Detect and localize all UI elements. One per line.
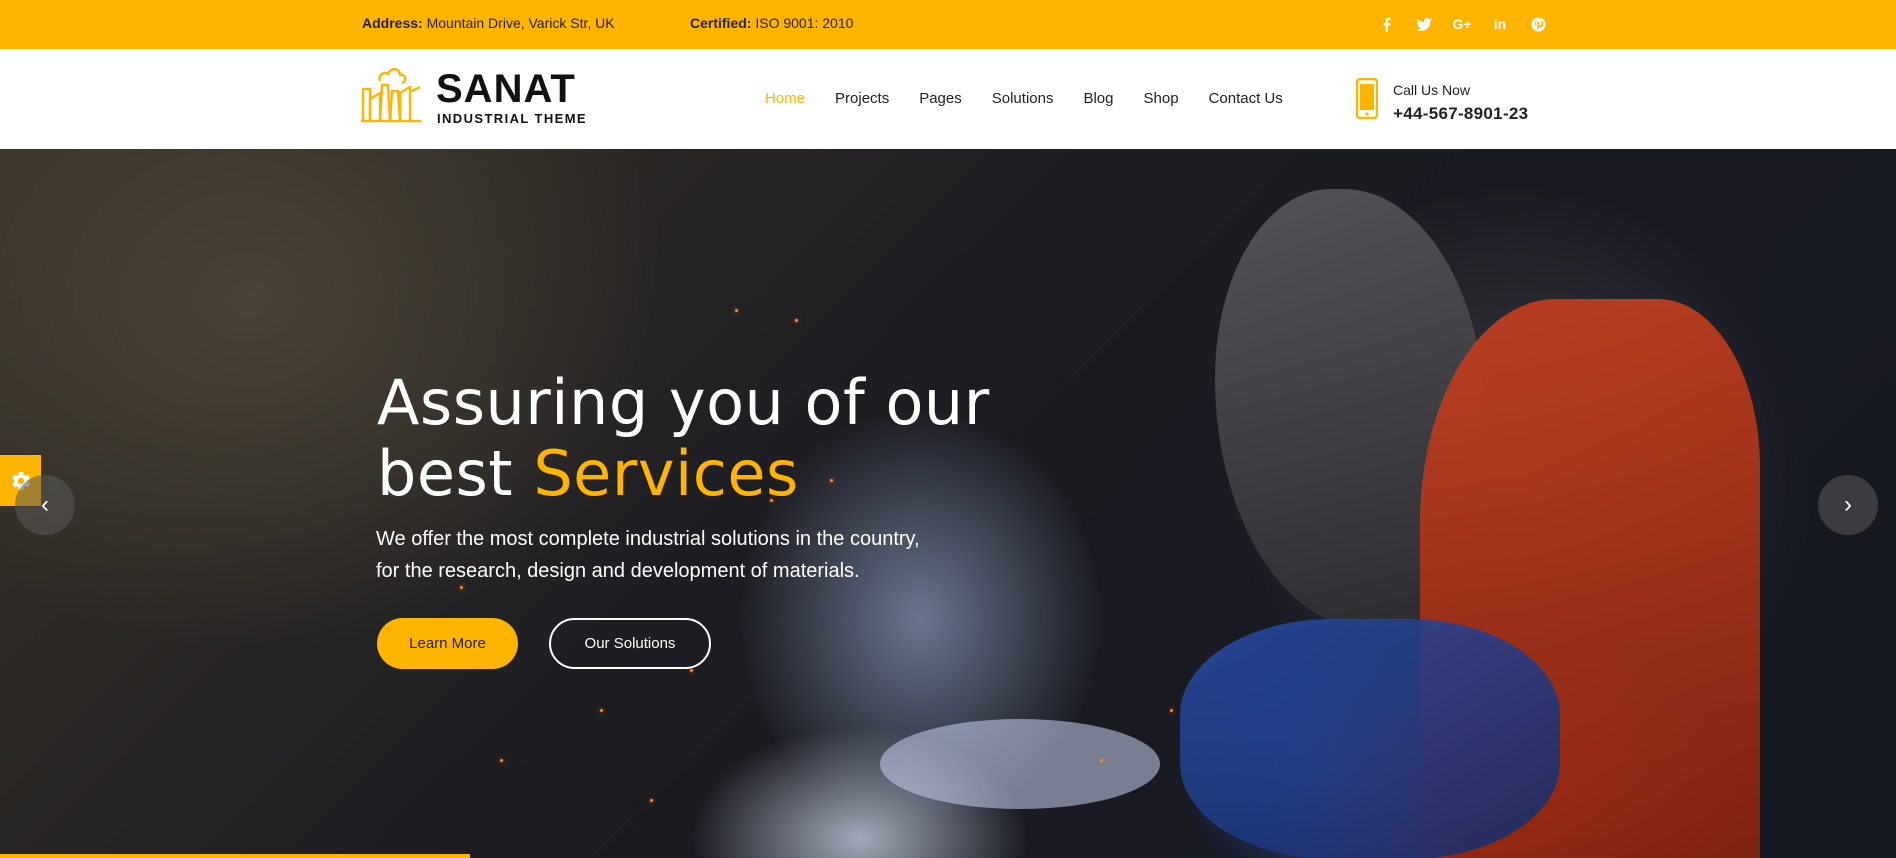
call-label: Call Us Now	[1393, 82, 1471, 98]
slider-next-button[interactable]: ›	[1818, 475, 1878, 535]
slider-prev-button[interactable]: ‹	[15, 475, 75, 535]
logo-subtitle: INDUSTRIAL THEME	[437, 111, 587, 126]
hero-description: We offer the most complete industrial so…	[376, 523, 976, 587]
address-value: Mountain Drive, Varick Str, UK	[426, 15, 615, 31]
hero-slider: ‹ › Assuring you of our best Services We…	[0, 149, 1896, 858]
nav-item-solutions[interactable]: Solutions	[992, 90, 1054, 107]
social-links: G+ in	[1376, 13, 1548, 35]
slider-progress-bar	[0, 854, 470, 858]
facebook-icon[interactable]	[1376, 13, 1396, 35]
chevron-right-icon: ›	[1844, 491, 1852, 518]
nav-item-blog[interactable]: Blog	[1083, 90, 1113, 107]
google-plus-icon[interactable]: G+	[1452, 13, 1472, 35]
address-label: Address:	[362, 15, 423, 31]
top-bar: Address: Mountain Drive, Varick Str, UK …	[0, 0, 1896, 49]
nav-item-pages[interactable]: Pages	[919, 90, 962, 107]
pinterest-icon[interactable]	[1528, 13, 1548, 35]
hero-title-line1: Assuring you of our	[377, 366, 990, 439]
certified-label: Certified:	[690, 15, 752, 31]
nav-item-projects[interactable]: Projects	[835, 90, 889, 107]
call-number[interactable]: +44-567-8901-23	[1393, 104, 1528, 124]
linkedin-icon[interactable]: in	[1490, 13, 1510, 35]
chevron-left-icon: ‹	[41, 491, 49, 518]
site-header: SANAT INDUSTRIAL THEME Home Projects Pag…	[0, 49, 1896, 149]
nav-item-contact-us[interactable]: Contact Us	[1209, 90, 1283, 107]
mobile-phone-icon	[1356, 78, 1378, 119]
nav-item-shop[interactable]: Shop	[1144, 90, 1179, 107]
hero-title: Assuring you of our best Services	[377, 367, 990, 509]
learn-more-button[interactable]: Learn More	[377, 618, 518, 669]
main-nav: Home Projects Pages Solutions Blog Shop …	[765, 90, 1313, 107]
factory-logo-icon[interactable]	[360, 63, 422, 125]
nav-item-home[interactable]: Home	[765, 90, 805, 107]
certified-info: Certified: ISO 9001: 2010	[690, 15, 853, 31]
logo-name[interactable]: SANAT	[436, 69, 576, 109]
hero-description-line1: We offer the most complete industrial so…	[376, 528, 920, 550]
our-solutions-button[interactable]: Our Solutions	[549, 618, 711, 669]
certified-value: ISO 9001: 2010	[755, 15, 854, 31]
address-info: Address: Mountain Drive, Varick Str, UK	[362, 15, 615, 31]
hero-description-line2: for the research, design and development…	[376, 560, 860, 582]
twitter-icon[interactable]	[1414, 13, 1434, 35]
hero-title-line2: best	[377, 437, 534, 510]
hero-title-accent: Services	[533, 437, 799, 510]
